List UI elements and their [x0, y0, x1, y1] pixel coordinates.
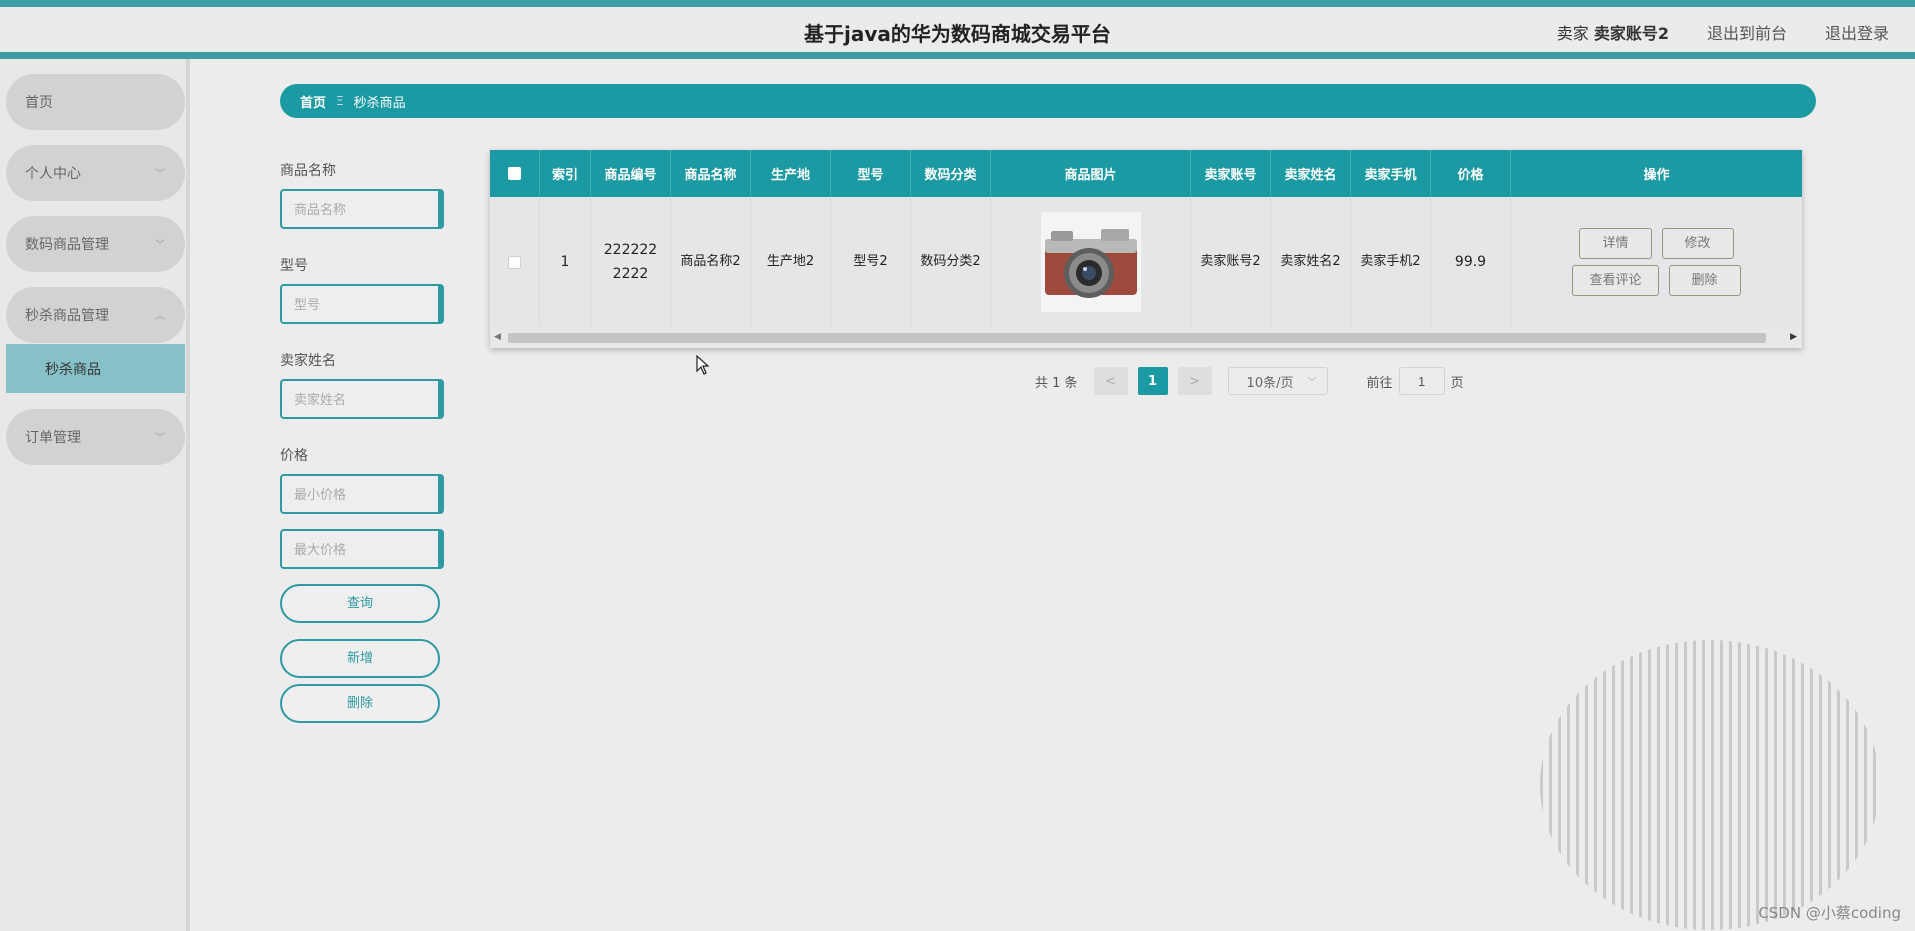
- sidebar-item-flash-sale[interactable]: 秒杀商品管理 ︿: [6, 287, 185, 343]
- top-bar: 基于java的华为数码商城交易平台 卖家 卖家账号2 退出到前台 退出登录: [0, 0, 1915, 59]
- page-suffix: 页: [1450, 375, 1464, 391]
- sidebar-item-orders[interactable]: 订单管理 ﹀: [6, 409, 185, 465]
- cell-category: 数码分类2: [911, 197, 991, 327]
- column-header[interactable]: 价格: [1431, 150, 1511, 197]
- chevron-down-icon: ﹀: [155, 169, 165, 180]
- user-name: 卖家账号2: [1593, 24, 1669, 43]
- query-button[interactable]: 查询: [280, 584, 440, 623]
- total-count: 共 1 条: [1035, 375, 1078, 391]
- scrollbar-thumb[interactable]: [508, 333, 1766, 343]
- striped-circle-decoration: [1540, 640, 1880, 930]
- column-header[interactable]: 卖家姓名: [1271, 150, 1351, 197]
- goto-page: 前往 页: [1367, 367, 1464, 395]
- cell-price: 99.9: [1431, 197, 1511, 327]
- row-actions: 详情 修改 查看评论 删除: [1572, 228, 1741, 296]
- delete-button[interactable]: 删除: [1668, 265, 1741, 296]
- user-role: 卖家: [1556, 24, 1589, 43]
- cell-name: 商品名称2: [671, 197, 751, 327]
- goto-label: 前往: [1366, 375, 1393, 391]
- sidebar-item-home[interactable]: 首页: [6, 74, 185, 130]
- sidebar-item-label: 订单管理: [25, 430, 81, 446]
- sidebar-item-label: 首页: [25, 95, 53, 111]
- product-photo[interactable]: [1040, 212, 1141, 312]
- column-header[interactable]: 商品编号: [591, 150, 671, 197]
- current-user: 卖家 卖家账号2: [1557, 20, 1669, 44]
- sidebar-item-digital-products[interactable]: 数码商品管理 ﹀: [6, 216, 185, 272]
- page-number-button[interactable]: 1: [1137, 367, 1168, 395]
- price-label: 价格: [280, 448, 308, 464]
- cell-code: 2222222222: [591, 197, 671, 327]
- cell-model: 型号2: [831, 197, 911, 327]
- cell-seller-phone: 卖家手机2: [1351, 197, 1431, 327]
- column-header[interactable]: 索引: [540, 150, 591, 197]
- edit-button[interactable]: 修改: [1661, 228, 1734, 259]
- row-checkbox[interactable]: [508, 255, 521, 269]
- model-input[interactable]: [280, 284, 444, 324]
- row-select-cell: [490, 197, 540, 327]
- sidebar-item-personal-center[interactable]: 个人中心 ﹀: [6, 145, 185, 201]
- pagination: 共 1 条 < 1 > 10条/页 ﹀ 前往 页: [1035, 367, 1464, 395]
- product-name-input[interactable]: [280, 189, 444, 229]
- scroll-left-icon[interactable]: ◀: [494, 332, 501, 342]
- breadcrumb: 首页 Ξ 秒杀商品: [280, 84, 1816, 118]
- sidebar-item-label: 数码商品管理: [25, 237, 109, 253]
- detail-button[interactable]: 详情: [1579, 228, 1652, 259]
- add-button[interactable]: 新增: [280, 639, 440, 678]
- column-header[interactable]: 商品名称: [671, 150, 751, 197]
- seller-name-label: 卖家姓名: [280, 353, 336, 369]
- page-size-select[interactable]: 10条/页 ﹀: [1227, 367, 1328, 395]
- breadcrumb-separator-icon: Ξ: [336, 94, 344, 108]
- table-row: 1 2222222222 商品名称2 生产地2 型号2 数码分类2 卖家账号2 …: [490, 197, 1802, 327]
- column-header[interactable]: 卖家账号: [1191, 150, 1271, 197]
- column-header[interactable]: 商品图片: [991, 150, 1191, 197]
- table-header: 索引 商品编号 商品名称 生产地 型号 数码分类 商品图片 卖家账号 卖家姓名 …: [490, 150, 1802, 197]
- chevron-down-icon: ﹀: [155, 433, 165, 444]
- cell-seller-account: 卖家账号2: [1191, 197, 1271, 327]
- breadcrumb-home[interactable]: 首页: [300, 92, 326, 111]
- camera-photo-icon: [1044, 229, 1137, 298]
- column-header: 操作: [1643, 168, 1670, 183]
- next-page-button[interactable]: >: [1177, 367, 1212, 395]
- chevron-down-icon: ﹀: [1307, 378, 1317, 388]
- prev-page-button[interactable]: <: [1093, 367, 1128, 395]
- view-reviews-button[interactable]: 查看评论: [1572, 265, 1659, 296]
- cell-origin: 生产地2: [751, 197, 831, 327]
- action-row: 详情 修改: [1579, 228, 1734, 259]
- logout-link[interactable]: 退出登录: [1825, 20, 1889, 44]
- select-all-checkbox[interactable]: [508, 167, 521, 180]
- chevron-down-icon: ﹀: [155, 240, 165, 251]
- sidebar-item-label: 秒杀商品管理: [25, 308, 109, 324]
- column-header[interactable]: 数码分类: [911, 150, 991, 197]
- sidebar-item-label: 个人中心: [25, 166, 81, 182]
- watermark: CSDN @小蔡coding: [1758, 904, 1901, 922]
- column-header[interactable]: 型号: [831, 150, 911, 197]
- scroll-right-icon[interactable]: ▶: [1790, 332, 1797, 342]
- max-price-input[interactable]: [280, 529, 444, 569]
- chevron-up-icon: ︿: [155, 311, 165, 322]
- column-header[interactable]: 生产地: [751, 150, 831, 197]
- column-header[interactable]: 卖家手机: [1351, 150, 1431, 197]
- model-label: 型号: [280, 258, 308, 274]
- submenu-item-flash-sale-products[interactable]: 秒杀商品: [6, 344, 185, 393]
- mouse-cursor-icon: [696, 355, 710, 375]
- cell-image: [991, 197, 1191, 327]
- goto-page-input[interactable]: [1398, 367, 1445, 395]
- back-to-frontend-link[interactable]: 退出到前台: [1707, 20, 1787, 44]
- min-price-input[interactable]: [280, 474, 444, 514]
- sidebar: 首页 个人中心 ﹀ 数码商品管理 ﹀ 秒杀商品管理 ︿ 秒杀商品 订单管理 ﹀: [0, 59, 190, 931]
- page-size-value: 10条/页: [1246, 375, 1294, 391]
- top-right-menu: 卖家 卖家账号2 退出到前台 退出登录: [1557, 20, 1889, 44]
- batch-delete-button[interactable]: 删除: [280, 684, 440, 723]
- cell-actions: 详情 修改 查看评论 删除: [1511, 197, 1802, 327]
- cell-index: 1: [540, 197, 591, 327]
- breadcrumb-current: 秒杀商品: [353, 95, 406, 111]
- cell-seller-name: 卖家姓名2: [1271, 197, 1351, 327]
- select-all-cell: [490, 150, 540, 197]
- product-name-label: 商品名称: [280, 163, 336, 179]
- seller-name-input[interactable]: [280, 379, 444, 419]
- horizontal-scrollbar[interactable]: ◀ ▶: [490, 330, 1802, 346]
- product-table: 索引 商品编号 商品名称 生产地 型号 数码分类 商品图片 卖家账号 卖家姓名 …: [490, 150, 1802, 348]
- action-row: 查看评论 删除: [1572, 265, 1741, 296]
